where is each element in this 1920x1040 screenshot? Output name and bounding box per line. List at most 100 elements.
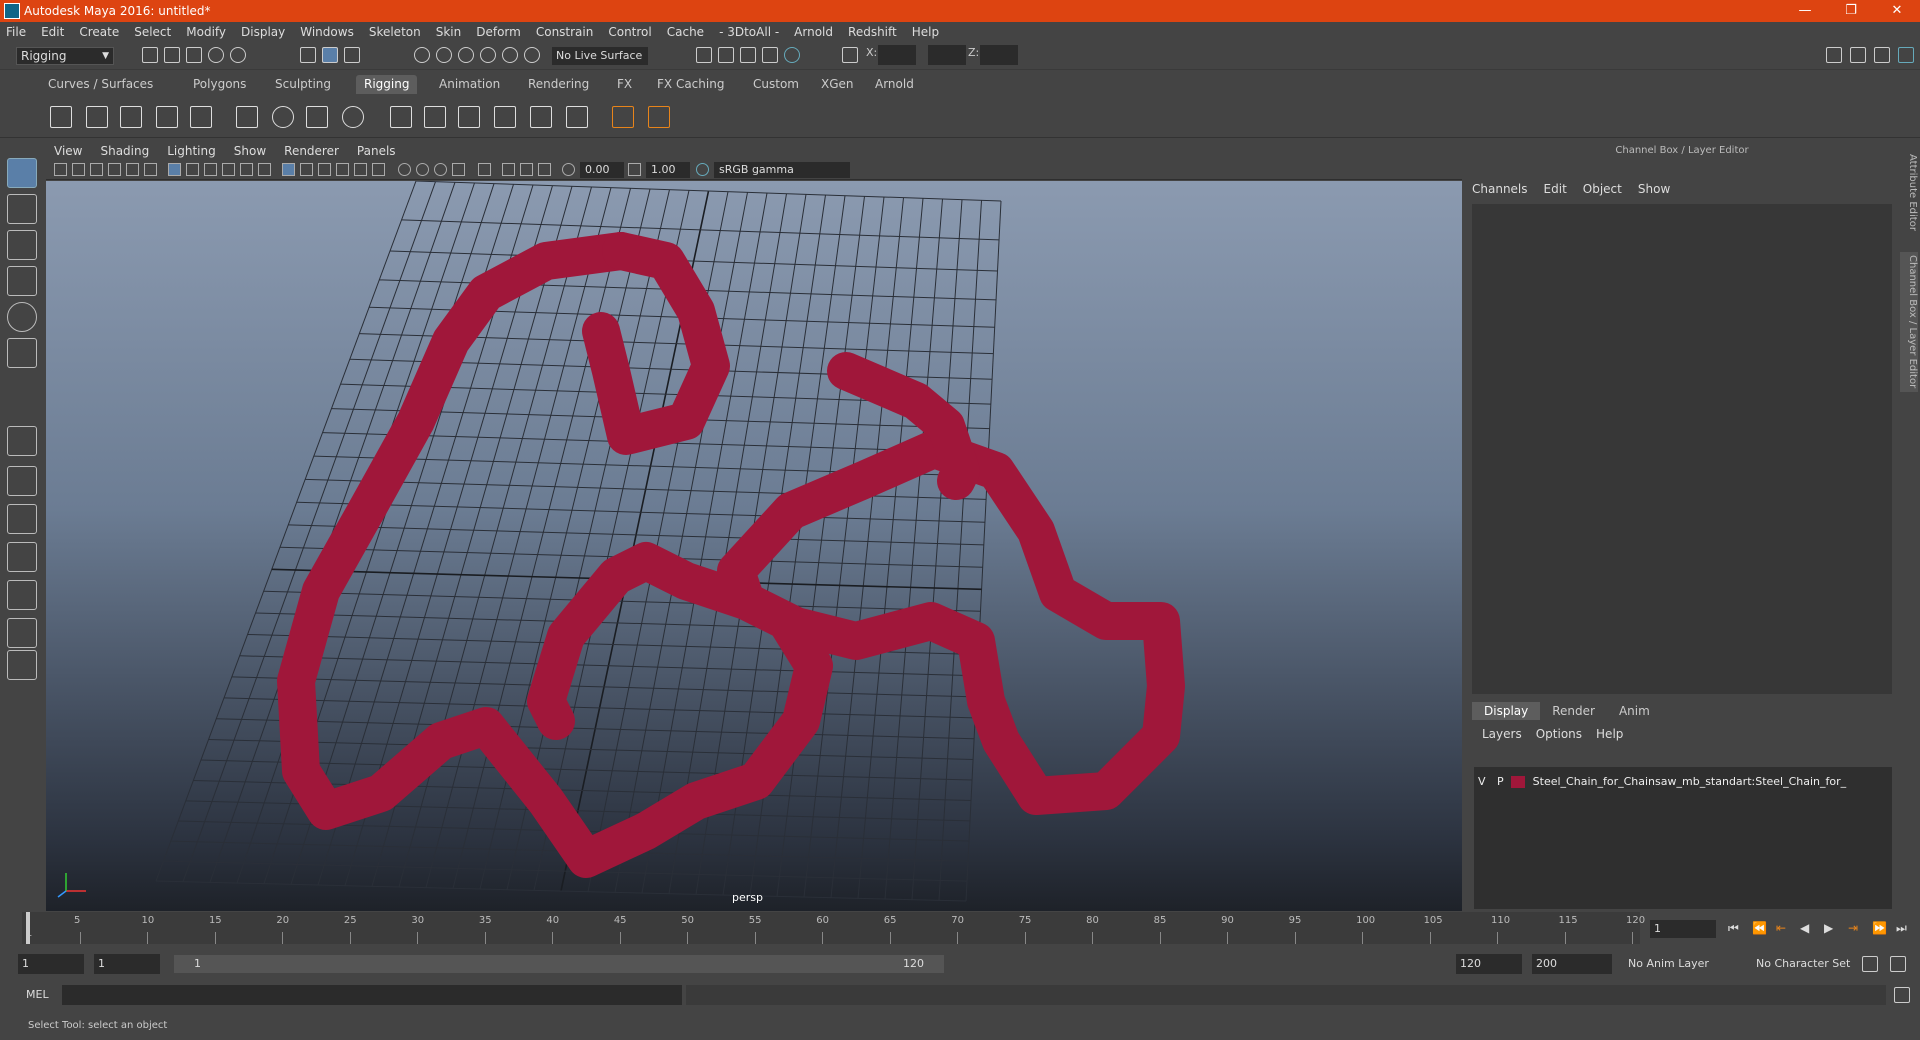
shelf-tab-fx[interactable]: FX bbox=[609, 75, 640, 94]
ik-spline-icon[interactable] bbox=[120, 106, 142, 128]
playback-start-field[interactable]: 1 bbox=[94, 954, 160, 974]
open-scene-icon[interactable] bbox=[164, 47, 180, 63]
channel-menu-show[interactable]: Show bbox=[1638, 182, 1670, 196]
menu-create[interactable]: Create bbox=[79, 25, 119, 39]
viewport-menu-renderer[interactable]: Renderer bbox=[284, 144, 339, 158]
select-tool-icon[interactable] bbox=[7, 158, 37, 188]
single-layout-icon[interactable] bbox=[7, 426, 37, 456]
live-surface-field[interactable]: No Live Surface bbox=[552, 47, 648, 65]
layer-menu-layers[interactable]: Layers bbox=[1482, 727, 1522, 741]
shelf-tab-animation[interactable]: Animation bbox=[431, 75, 508, 94]
shelf-tab-rendering[interactable]: Rendering bbox=[520, 75, 597, 94]
viewport-menu-show[interactable]: Show bbox=[234, 144, 266, 158]
shelf-tab-sculpting[interactable]: Sculpting bbox=[267, 75, 339, 94]
aim-constraint-icon[interactable] bbox=[530, 106, 552, 128]
minimize-icon[interactable]: — bbox=[1782, 0, 1828, 22]
textured-icon[interactable] bbox=[336, 163, 349, 176]
scale-constraint-icon[interactable] bbox=[494, 106, 516, 128]
smooth-shade-icon[interactable] bbox=[300, 163, 313, 176]
steel-chain-mesh[interactable] bbox=[277, 232, 1185, 878]
shelf-tab-xgen[interactable]: XGen bbox=[813, 75, 862, 94]
go-to-end-icon[interactable]: ⏭ bbox=[1896, 921, 1907, 936]
paint-select-tool-icon[interactable] bbox=[7, 230, 37, 260]
motion-blur-icon[interactable] bbox=[416, 163, 429, 176]
channel-menu-object[interactable]: Object bbox=[1583, 182, 1622, 196]
joint-tool-icon[interactable] bbox=[50, 106, 72, 128]
xray-icon[interactable] bbox=[502, 163, 515, 176]
playback-end-field[interactable]: 120 bbox=[1456, 954, 1522, 974]
ik-handle-icon[interactable] bbox=[86, 106, 108, 128]
step-back-icon[interactable]: ⏪ bbox=[1752, 921, 1767, 935]
move-tool-icon[interactable] bbox=[7, 266, 37, 296]
four-view-layout-icon[interactable] bbox=[7, 466, 37, 496]
perspective-viewport[interactable]: persp bbox=[46, 181, 1462, 911]
menu-edit[interactable]: Edit bbox=[41, 25, 64, 39]
menu-modify[interactable]: Modify bbox=[186, 25, 226, 39]
mel-input[interactable] bbox=[62, 985, 682, 1005]
menu-set-dropdown[interactable]: Rigging bbox=[16, 47, 114, 65]
shadows-icon[interactable] bbox=[372, 163, 385, 176]
channel-list[interactable] bbox=[1472, 204, 1892, 694]
use-all-lights-icon[interactable] bbox=[354, 163, 367, 176]
layer-visible-toggle[interactable]: V bbox=[1478, 775, 1486, 788]
field-chart-icon[interactable] bbox=[240, 163, 253, 176]
maximize-icon[interactable]: ❐ bbox=[1828, 0, 1874, 22]
anim-end-field[interactable]: 200 bbox=[1532, 954, 1612, 974]
menu-constrain[interactable]: Constrain bbox=[536, 25, 594, 39]
layer-menu-help[interactable]: Help bbox=[1596, 727, 1623, 741]
snap-live-icon[interactable] bbox=[502, 47, 518, 63]
timeline-bar[interactable]: 1 51015202530354045505560657075808590951… bbox=[22, 912, 1645, 944]
step-forward-key-icon[interactable]: ⇥ bbox=[1848, 921, 1858, 935]
render-view-icon[interactable] bbox=[696, 47, 712, 63]
orient-constraint-icon[interactable] bbox=[458, 106, 480, 128]
x-field[interactable] bbox=[878, 45, 916, 65]
wireframe-on-shaded-icon[interactable] bbox=[318, 163, 331, 176]
outliner-layout-icon[interactable] bbox=[7, 580, 37, 610]
bookmark-icon[interactable] bbox=[90, 163, 103, 176]
cluster-icon[interactable] bbox=[272, 106, 294, 128]
viewport-menu-panels[interactable]: Panels bbox=[357, 144, 396, 158]
soft-mod-icon[interactable] bbox=[342, 106, 364, 128]
magnet-icon[interactable] bbox=[524, 47, 540, 63]
anim-prefs-icon[interactable] bbox=[1890, 956, 1906, 972]
menu-cache[interactable]: Cache bbox=[667, 25, 704, 39]
select-by-hierarchy-icon[interactable] bbox=[300, 47, 316, 63]
shelf-tab-rigging[interactable]: Rigging bbox=[356, 75, 418, 94]
shelf-tab-curves-surfaces[interactable]: Curves / Surfaces bbox=[40, 75, 161, 94]
menu-deform[interactable]: Deform bbox=[476, 25, 521, 39]
close-icon[interactable]: ✕ bbox=[1874, 0, 1920, 22]
parent-constraint-icon[interactable] bbox=[390, 106, 412, 128]
menu-help[interactable]: Help bbox=[912, 25, 939, 39]
auto-key-icon[interactable] bbox=[1862, 956, 1878, 972]
layer-playback-toggle[interactable]: P bbox=[1497, 775, 1504, 788]
scale-tool-icon[interactable] bbox=[7, 338, 37, 368]
viewport-menu-lighting[interactable]: Lighting bbox=[167, 144, 216, 158]
depth-of-field-icon[interactable] bbox=[452, 163, 465, 176]
channel-box-tab[interactable]: Channel Box / Layer Editor bbox=[1900, 252, 1918, 392]
safe-action-icon[interactable] bbox=[258, 163, 271, 176]
menu-control[interactable]: Control bbox=[608, 25, 651, 39]
gamma-field[interactable]: 1.00 bbox=[646, 162, 690, 178]
save-scene-icon[interactable] bbox=[186, 47, 202, 63]
quick-rig-icon[interactable] bbox=[190, 106, 212, 128]
menu-windows[interactable]: Windows bbox=[300, 25, 354, 39]
transform-mode-icon[interactable] bbox=[842, 47, 858, 63]
snap-curve-icon[interactable] bbox=[436, 47, 452, 63]
range-bar[interactable]: 1 120 bbox=[174, 955, 944, 973]
menu-arnold[interactable]: Arnold bbox=[794, 25, 833, 39]
screen-space-ao-icon[interactable] bbox=[398, 163, 411, 176]
menu-3dtoall[interactable]: - 3DtoAll - bbox=[719, 25, 779, 39]
play-forwards-icon[interactable]: ▶ bbox=[1824, 921, 1833, 935]
image-plane-icon[interactable] bbox=[108, 163, 121, 176]
attribute-editor-tab[interactable]: Attribute Editor bbox=[1900, 152, 1918, 232]
step-forward-icon[interactable]: ⏩ bbox=[1872, 921, 1887, 935]
channel-box-toggle-icon[interactable] bbox=[1898, 47, 1914, 63]
gate-mask-icon[interactable] bbox=[222, 163, 235, 176]
persp-outliner-layout-icon[interactable] bbox=[7, 504, 37, 534]
viewport-menu-shading[interactable]: Shading bbox=[100, 144, 149, 158]
lattice-icon[interactable] bbox=[236, 106, 258, 128]
channel-menu-channels[interactable]: Channels bbox=[1472, 182, 1528, 196]
snap-view-plane-icon[interactable] bbox=[480, 47, 496, 63]
current-time-marker[interactable] bbox=[26, 912, 30, 944]
menu-display[interactable]: Display bbox=[241, 25, 285, 39]
